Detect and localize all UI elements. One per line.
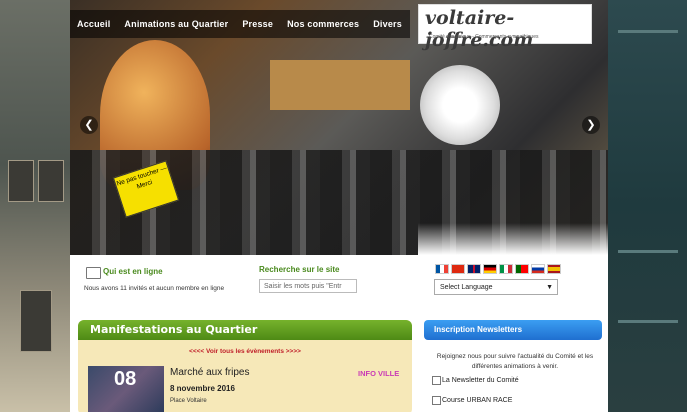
background-window bbox=[8, 160, 34, 202]
nav-item-divers[interactable]: Divers bbox=[366, 19, 409, 29]
event-place: Place Voltaire bbox=[170, 398, 207, 404]
nav-item-presse[interactable]: Presse bbox=[235, 19, 280, 29]
flag-gb-icon[interactable] bbox=[467, 264, 481, 274]
logo-tagline: Comité dynamique - Commerçants sympathiq… bbox=[429, 34, 539, 40]
chevron-right-icon: ❯ bbox=[586, 119, 596, 131]
info-area: Qui est en ligne Nous avons 11 invités e… bbox=[70, 255, 608, 412]
search-title: Recherche sur le site bbox=[259, 265, 340, 274]
events-all-link[interactable]: <<<< Voir tous les évènements >>>> bbox=[78, 348, 412, 355]
hero-shelf bbox=[270, 60, 410, 110]
online-text: Nous avons 11 invités et aucun membre en… bbox=[84, 285, 225, 292]
newsletter-option-label: La Newsletter du Comité bbox=[442, 377, 519, 384]
language-flags bbox=[435, 264, 561, 274]
newsletter-title: Inscription Newsletters bbox=[424, 320, 602, 340]
background-rail bbox=[618, 320, 678, 323]
flag-it-icon[interactable] bbox=[499, 264, 513, 274]
events-panel: Manifestations au Quartier <<<< Voir tou… bbox=[78, 320, 412, 412]
flag-fr-icon[interactable] bbox=[435, 264, 449, 274]
flag-es-icon[interactable] bbox=[547, 264, 561, 274]
event-day: 8 novembre 2016 bbox=[170, 384, 235, 393]
chevron-left-icon: ❮ bbox=[84, 119, 94, 131]
online-title: Qui est en ligne bbox=[103, 267, 163, 276]
background-window bbox=[38, 160, 64, 202]
event-title[interactable]: Marché aux fripes bbox=[170, 367, 249, 378]
hero-slideshow: Ne pas toucher — Merci ❮ ❯ Accueil Anima… bbox=[70, 0, 608, 255]
logo-name: voltaire-joffre.com bbox=[425, 7, 534, 51]
slideshow-next-button[interactable]: ❯ bbox=[582, 116, 600, 134]
newsletter-option[interactable]: La Newsletter du Comité bbox=[432, 376, 519, 385]
checkbox[interactable] bbox=[432, 396, 441, 405]
event-date-number: 08 bbox=[114, 368, 137, 390]
newsletter-panel: Inscription Newsletters Rejoignez nous p… bbox=[424, 320, 602, 412]
main-nav: Accueil Animations au Quartier Presse No… bbox=[70, 10, 410, 38]
site-container: Ne pas toucher — Merci ❮ ❯ Accueil Anima… bbox=[70, 0, 608, 412]
newsletter-text: Rejoignez nous pour suivre l'actualité d… bbox=[436, 353, 594, 370]
flag-de-icon[interactable] bbox=[483, 264, 497, 274]
language-select[interactable]: Select Language ▼ bbox=[434, 279, 558, 295]
nav-item-commerces[interactable]: Nos commerces bbox=[280, 19, 366, 29]
slideshow-prev-button[interactable]: ❮ bbox=[80, 116, 98, 134]
nav-item-animations[interactable]: Animations au Quartier bbox=[117, 19, 235, 29]
events-title: Manifestations au Quartier bbox=[78, 320, 412, 340]
checkbox[interactable] bbox=[432, 376, 441, 385]
background-left bbox=[0, 0, 70, 412]
event-badge: INFO VILLE bbox=[358, 369, 400, 378]
nav-item-accueil[interactable]: Accueil bbox=[70, 19, 117, 29]
flag-ru-icon[interactable] bbox=[531, 264, 545, 274]
chevron-down-icon: ▼ bbox=[546, 284, 553, 291]
site-logo[interactable]: voltaire-joffre.com Comité dynamique - C… bbox=[418, 4, 592, 51]
flag-pt-icon[interactable] bbox=[515, 264, 529, 274]
flag-cn-icon[interactable] bbox=[451, 264, 465, 274]
background-rail bbox=[618, 30, 678, 33]
newsletter-option[interactable]: Course URBAN RACE bbox=[432, 396, 512, 405]
search-input[interactable]: Saisir les mots puis "Entr bbox=[259, 279, 357, 293]
hero-fade bbox=[418, 42, 608, 255]
background-lamp bbox=[20, 290, 52, 352]
background-right bbox=[608, 0, 687, 412]
monitor-icon bbox=[86, 267, 101, 279]
newsletter-option-label: Course URBAN RACE bbox=[442, 397, 513, 404]
language-select-label: Select Language bbox=[440, 284, 493, 291]
background-rail bbox=[618, 250, 678, 253]
